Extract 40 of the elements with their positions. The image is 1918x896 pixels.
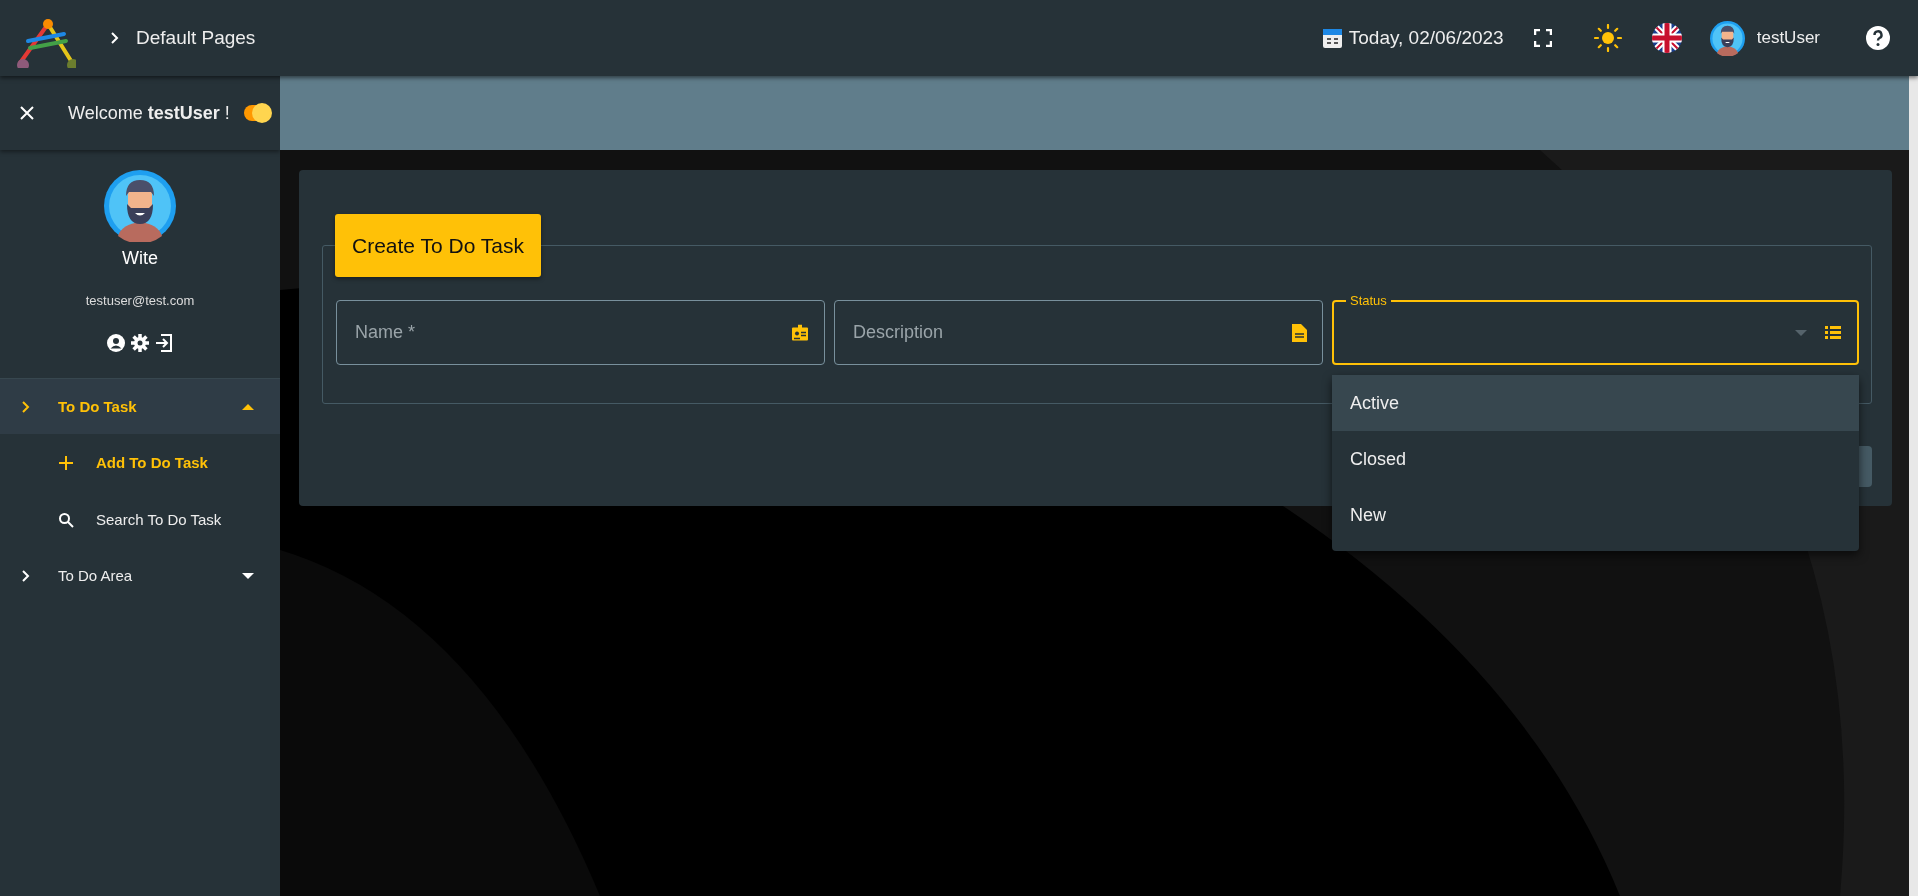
form-title: Create To Do Task	[335, 214, 541, 277]
caret-icon	[242, 403, 254, 410]
fullscreen-icon[interactable]	[1533, 29, 1552, 47]
sun-icon[interactable]	[1593, 24, 1622, 52]
text-field[interactable]: Name *	[336, 300, 825, 365]
avatar-icon[interactable]	[104, 170, 176, 242]
menu-item[interactable]: To Do Area	[0, 548, 280, 603]
profile-name: Wite	[122, 248, 158, 269]
breadcrumb-link[interactable]: Default Pages	[136, 27, 256, 49]
dropdown-option[interactable]: Active	[1332, 375, 1859, 431]
submenu-item[interactable]: Add To Do Task	[0, 434, 280, 491]
chevron-right-icon	[22, 569, 30, 582]
dropdown-option[interactable]: New	[1332, 487, 1859, 543]
welcome-text: Welcome testUser !	[68, 102, 230, 124]
dropdown-option[interactable]: Closed	[1332, 431, 1859, 487]
document-icon	[1292, 323, 1307, 342]
list-icon	[1825, 326, 1841, 339]
plus-icon	[58, 454, 74, 471]
profile-email: testuser@test.com	[85, 293, 195, 308]
avatar-icon[interactable]	[1709, 20, 1745, 56]
field-label: Status	[1346, 293, 1391, 308]
settings-icon[interactable]	[131, 334, 149, 352]
caret-icon	[1795, 329, 1807, 336]
account-icon[interactable]	[107, 334, 125, 352]
menu-item[interactable]: To Do Task	[0, 379, 280, 434]
theme-toggle[interactable]	[243, 105, 270, 121]
search-icon	[58, 511, 74, 528]
id-card-icon	[791, 324, 809, 341]
caret-icon	[242, 572, 254, 579]
text-field[interactable]: Description	[834, 300, 1323, 365]
help-icon[interactable]	[1866, 26, 1890, 50]
chevron-right-icon	[22, 400, 30, 413]
date-label: Today, 02/06/2023	[1348, 27, 1504, 49]
calendar-icon	[1321, 27, 1343, 49]
user-name[interactable]: testUser	[1756, 28, 1820, 48]
submenu-item[interactable]: Search To Do Task	[0, 491, 280, 548]
logout-icon[interactable]	[155, 334, 173, 352]
scrollbar[interactable]	[1909, 76, 1918, 896]
close-icon[interactable]	[20, 106, 34, 120]
flag-icon[interactable]	[1651, 23, 1682, 53]
